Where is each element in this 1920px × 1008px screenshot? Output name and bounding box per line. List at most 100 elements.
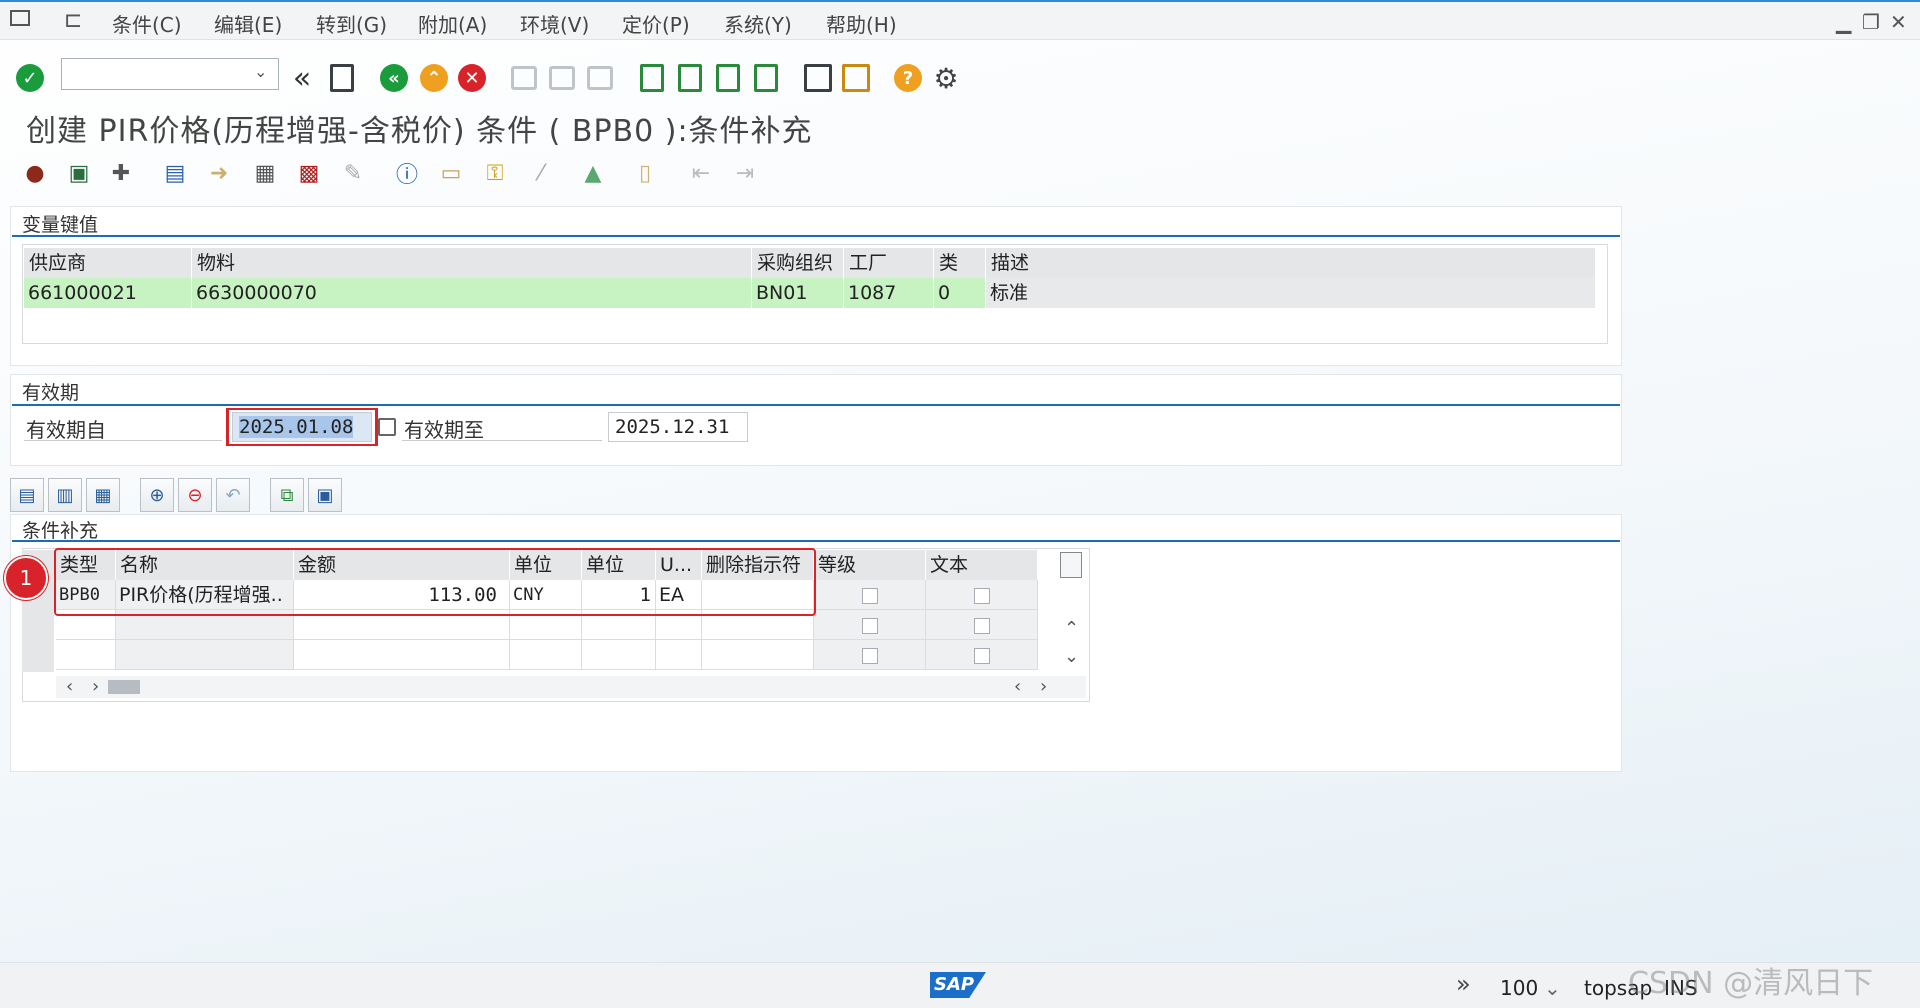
condition-detail-button[interactable]: ▣ [308,478,342,512]
calendar-picker-icon[interactable] [378,418,396,436]
fraction-icon: ⁄ [539,160,543,186]
select-block-button[interactable]: ▥ [48,478,82,512]
divider [12,540,1620,542]
settings-icon[interactable]: ⚙ [930,62,962,95]
menu-help[interactable]: 帮助(H) [826,9,897,38]
scale-checkbox [862,618,878,634]
cell-empty[interactable] [702,640,814,670]
deselect-all-button[interactable]: ▦ [86,478,120,512]
text-checkbox [974,648,990,664]
overview-icon: ▭ [440,160,462,186]
cell-material: 6630000070 [192,278,752,308]
watermark: CSDN @清风日下 [1628,966,1874,1001]
cell-vendor: 661000021 [24,278,192,308]
highlight-box [54,548,816,616]
menu-edit[interactable]: 编辑(E) [214,9,282,38]
col-header-vendor: 供应商 [24,248,192,278]
horizontal-scrollbar[interactable] [56,676,1086,698]
key-icon[interactable]: ⚿ [480,158,510,188]
cell-plant: 1087 [844,278,934,308]
delete-row-button[interactable]: ⊖ [178,478,212,512]
cell-empty [116,640,294,670]
valid-from-input[interactable]: 2025.01.08 [232,412,372,442]
menu-conditions[interactable]: 条件(C) [112,9,182,38]
scroll-left-icon[interactable]: ‹ [66,676,73,697]
find-next-icon [584,62,616,94]
menu-extras[interactable]: 附加(A) [418,9,487,38]
valid-to-input[interactable]: 2025.12.31 [608,412,748,442]
expand-status-icon[interactable]: » [1456,970,1471,998]
valid-from-label: 有效期自 [26,418,106,442]
customize-layout-icon[interactable]: ⊏ [64,8,82,33]
menu-environment[interactable]: 环境(V) [520,9,589,38]
scroll-thumb[interactable] [108,680,140,694]
info-icon[interactable]: ⓘ [392,158,422,188]
menu-pricing[interactable]: 定价(P) [622,9,690,38]
cell-purch-org: BN01 [752,278,844,308]
chevron-down-icon[interactable]: ⌄ [254,62,267,81]
scroll-left-icon[interactable]: ‹ [1014,676,1021,697]
enter-icon[interactable]: ✓ [14,62,46,94]
insert-row-button[interactable]: ⊕ [140,478,174,512]
text-checkbox [974,618,990,634]
cell-description: 标准 [986,278,1596,308]
close-window-icon[interactable]: ✕ [1890,10,1907,34]
next-page-icon[interactable] [712,62,744,94]
col-header-plant: 工厂 [844,248,934,278]
gift-icon[interactable]: ▩ [294,158,324,188]
shortcut-icon[interactable] [840,62,872,94]
valid-from-value: 2025.01.08 [239,416,354,438]
valid-to-label: 有效期至 [404,418,484,442]
scroll-right-icon[interactable]: › [92,676,99,697]
col-header-purch-org: 采购组织 [752,248,844,278]
command-field[interactable] [61,58,279,90]
system-menu-icon[interactable] [10,10,30,26]
copy-records-icon[interactable]: ▤ [160,158,190,188]
scroll-down-icon[interactable]: ⌄ [1064,646,1079,667]
cell-empty[interactable] [582,640,656,670]
new-session-icon[interactable] [802,62,834,94]
minimize-icon[interactable]: ▁ [1836,10,1851,34]
last-page-icon[interactable] [750,62,782,94]
forward-icon: ➜ [209,160,229,186]
cell-empty[interactable] [294,640,510,670]
condition-section-title: 条件补充 [22,520,99,542]
divider [24,440,222,441]
zoom-level[interactable]: 100 [1500,976,1538,1000]
restore-icon[interactable]: ❐ [1862,10,1880,34]
copy-condition-button[interactable]: ⧉ [270,478,304,512]
puzzle-icon[interactable]: ✚ [106,158,136,188]
condition-detail-icon[interactable]: ▣ [64,158,94,188]
first-page-icon[interactable] [636,62,668,94]
select-all-button[interactable]: ▤ [10,478,44,512]
scale-checkbox [862,648,878,664]
cell-empty[interactable] [56,640,116,670]
hat-icon[interactable]: ● [20,158,50,188]
exit-icon[interactable]: ⌃ [418,62,450,94]
menu-system[interactable]: 系统(Y) [724,9,792,38]
col-header-description: 描述 [986,248,1596,278]
divider [12,404,1620,406]
calendar-icon[interactable]: ▦ [250,158,280,188]
cell-empty[interactable] [510,640,582,670]
prev-page-icon[interactable] [674,62,706,94]
back-icon[interactable]: « [378,62,410,94]
back-double-icon[interactable]: « [286,61,318,96]
zoom-dropdown-icon[interactable]: ⌄ [1544,976,1561,1000]
mountain-icon: ▲ [584,160,602,186]
scroll-up-icon[interactable]: ⌃ [1064,618,1079,639]
cell-empty[interactable] [656,640,702,670]
table-settings-icon[interactable] [1060,552,1082,578]
divider [12,235,1620,237]
scroll-right-icon[interactable]: › [1040,676,1047,697]
edit-icon: ✎ [343,160,363,186]
undo-button[interactable]: ↶ [216,478,250,512]
menu-goto[interactable]: 转到(G) [316,9,387,38]
col-header-material: 物料 [192,248,752,278]
help-icon[interactable]: ? [892,62,924,94]
cancel-icon[interactable]: ✕ [456,62,488,94]
cell-category: 0 [934,278,986,308]
save-icon[interactable] [326,62,358,94]
scale-checkbox [862,588,878,604]
import-icon: ⇤ [691,160,711,186]
